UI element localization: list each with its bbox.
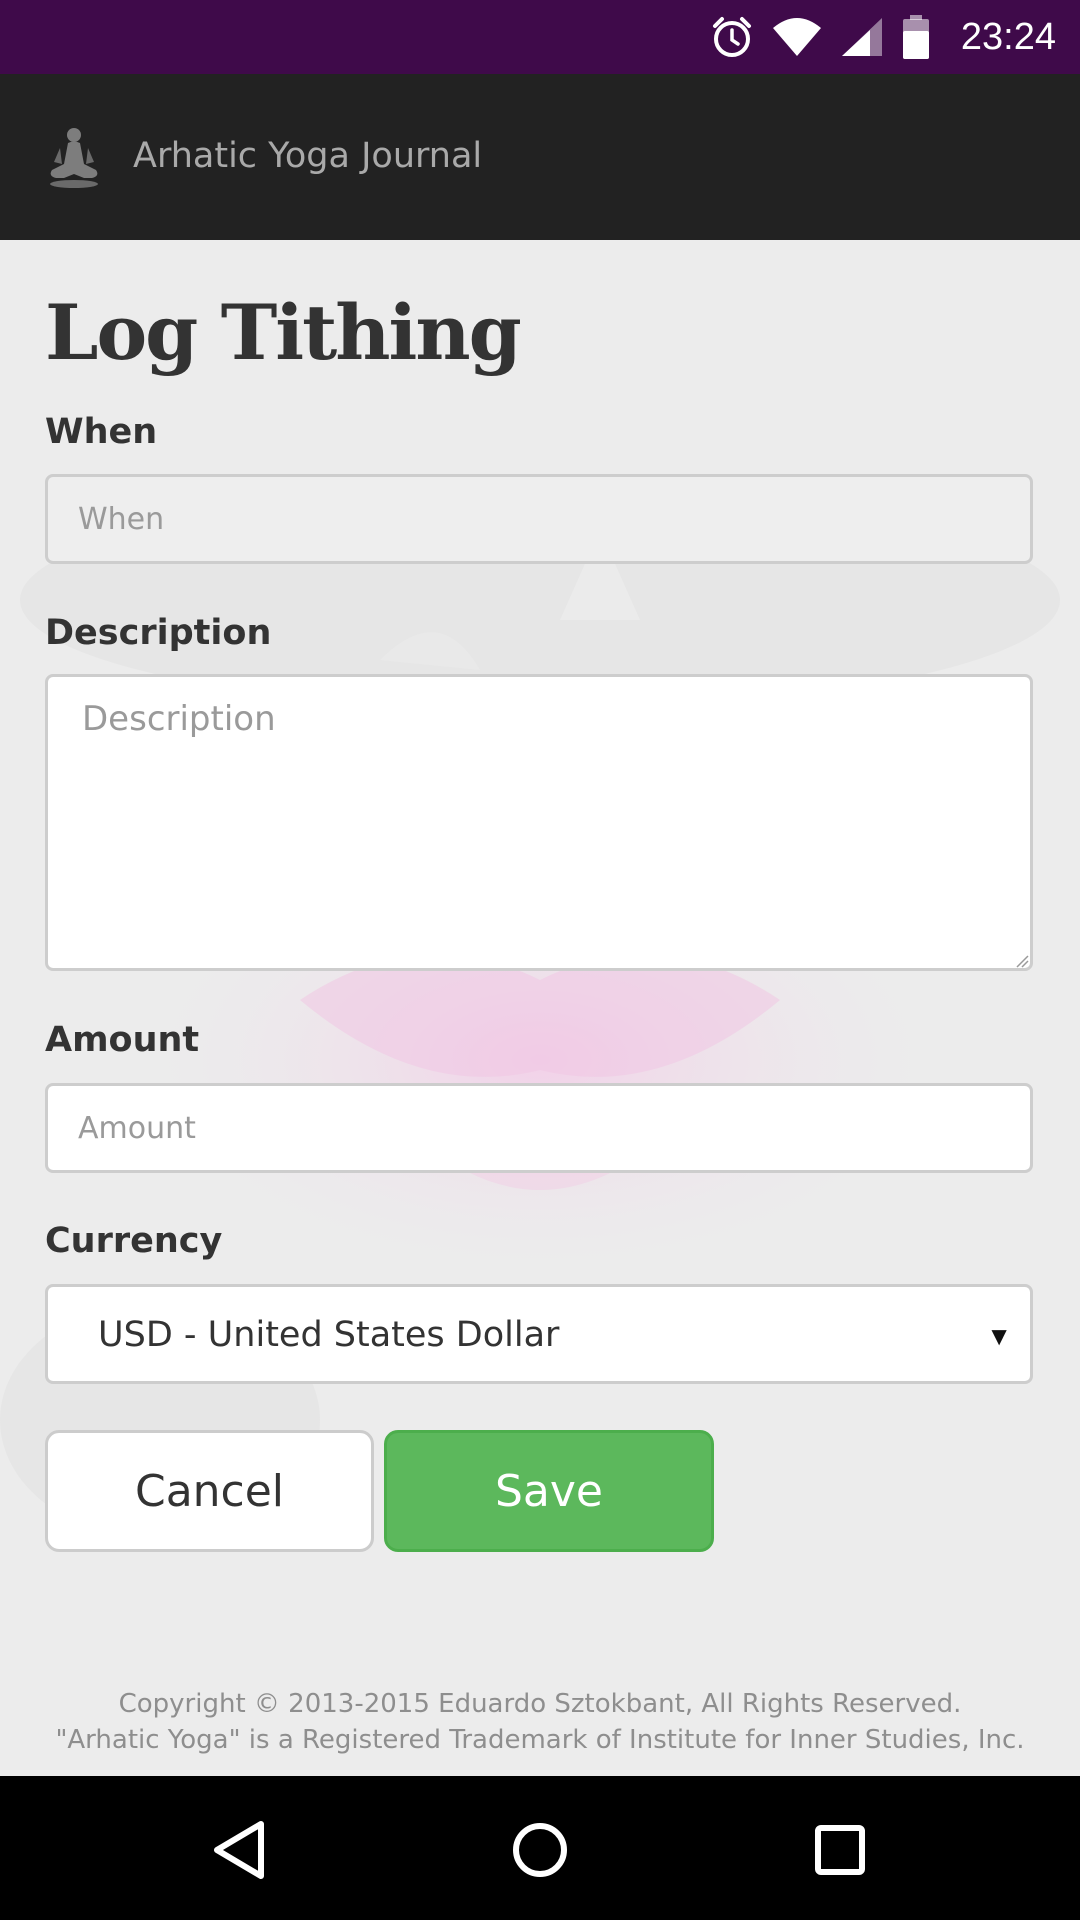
trademark-text: "Arhatic Yoga" is a Registered Trademark…	[55, 1725, 1025, 1755]
app-title[interactable]: Arhatic Yoga Journal	[133, 134, 482, 178]
amount-label: Amount	[45, 1020, 200, 1060]
status-bar: 23:24	[0, 0, 1080, 74]
dropdown-arrow-icon: ▼	[986, 1321, 1012, 1351]
status-icons	[710, 14, 930, 60]
currency-selected-value: USD - United States Dollar	[98, 1315, 560, 1355]
resize-grip-icon[interactable]	[1015, 954, 1029, 968]
description-field[interactable]	[45, 674, 1033, 971]
when-label: When	[45, 412, 158, 452]
back-icon[interactable]	[201, 1810, 281, 1890]
copyright-text: Copyright © 2013-2015 Eduardo Sztokbant,…	[118, 1689, 962, 1719]
wifi-icon	[773, 18, 821, 56]
meditation-figure-icon[interactable]	[46, 126, 102, 188]
recents-icon[interactable]	[800, 1810, 880, 1890]
battery-icon	[903, 15, 929, 59]
signal-icon	[842, 18, 882, 56]
main-content: Log Tithing When Description Amount Curr…	[0, 240, 1080, 1776]
navigation-bar	[0, 1776, 1080, 1920]
home-icon[interactable]	[500, 1810, 580, 1890]
app-bar: Arhatic Yoga Journal	[0, 74, 1080, 240]
when-field[interactable]	[45, 474, 1033, 564]
currency-label: Currency	[45, 1221, 223, 1261]
description-label: Description	[45, 613, 272, 653]
page-title: Log Tithing	[45, 288, 522, 377]
alarm-icon	[713, 17, 751, 57]
cancel-button[interactable]: Cancel	[45, 1430, 374, 1552]
save-button[interactable]: Save	[384, 1430, 714, 1552]
footer: Copyright © 2013-2015 Eduardo Sztokbant,…	[0, 1686, 1080, 1758]
status-time: 23:24	[960, 16, 1056, 58]
amount-field[interactable]	[45, 1083, 1033, 1173]
currency-select[interactable]: USD - United States Dollar ▼	[45, 1284, 1033, 1384]
